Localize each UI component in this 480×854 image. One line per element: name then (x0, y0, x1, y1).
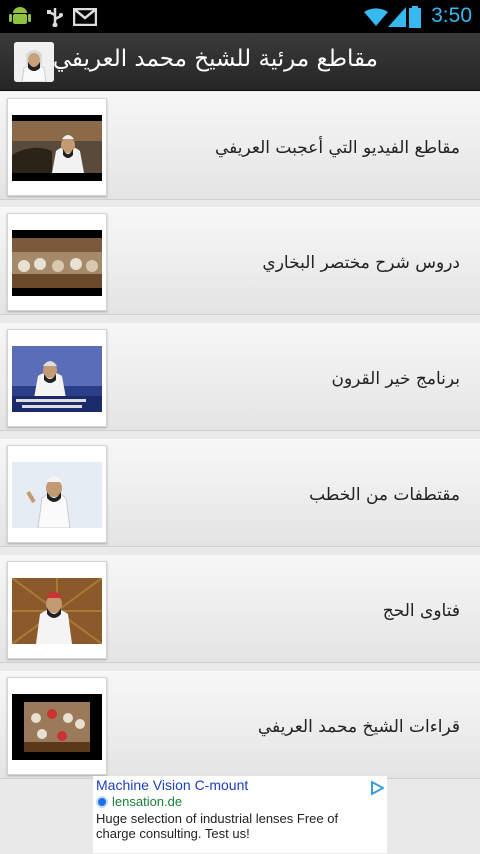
status-bar: 3:50 (0, 0, 480, 33)
list-item[interactable]: مقاطع الفيديو التي أعجبت العريفي (0, 92, 480, 200)
video-thumbnail (7, 445, 107, 543)
list-item-label: مقاطع الفيديو التي أعجبت العريفي (215, 138, 460, 158)
android-icon (9, 6, 31, 27)
list-item[interactable]: قراءات الشيخ محمد العريفي (0, 671, 480, 779)
list-item[interactable]: مقتطفات من الخطب (0, 439, 480, 547)
ad-domain[interactable]: lensation.de (112, 794, 182, 809)
list-item[interactable]: برنامج خير القرون (0, 323, 480, 431)
list-item-label: قراءات الشيخ محمد العريفي (257, 717, 460, 737)
battery-icon (409, 5, 421, 28)
video-thumbnail (7, 677, 107, 775)
list-item-label: فتاوى الحج (382, 601, 460, 621)
ad-description: Huge selection of industrial lenses Free… (96, 811, 339, 841)
app-icon[interactable] (14, 42, 54, 82)
video-thumbnail (7, 98, 107, 196)
globe-icon (96, 796, 108, 808)
ad-banner[interactable]: Machine Vision C-mount lensation.de Huge… (93, 776, 387, 853)
video-thumbnail (7, 213, 107, 311)
list-item-label: برنامج خير القرون (331, 369, 460, 389)
wifi-icon (364, 6, 388, 27)
list-item-label: دروس شرح مختصر البخاري (262, 253, 460, 273)
signal-icon (388, 6, 406, 27)
gmail-icon (73, 6, 97, 27)
video-thumbnail (7, 561, 107, 659)
list-item-label: مقتطفات من الخطب (309, 485, 460, 505)
list-item[interactable]: دروس شرح مختصر البخاري (0, 207, 480, 315)
video-thumbnail (7, 329, 107, 427)
app-header: مقاطع مرئية للشيخ محمد العريفي (0, 33, 480, 91)
list-item[interactable]: فتاوى الحج (0, 555, 480, 663)
ad-choices-icon[interactable] (370, 780, 386, 796)
status-time: 3:50 (431, 4, 472, 27)
usb-icon (44, 6, 66, 27)
page-title: مقاطع مرئية للشيخ محمد العريفي (52, 46, 378, 72)
ad-title[interactable]: Machine Vision C-mount (96, 777, 248, 793)
